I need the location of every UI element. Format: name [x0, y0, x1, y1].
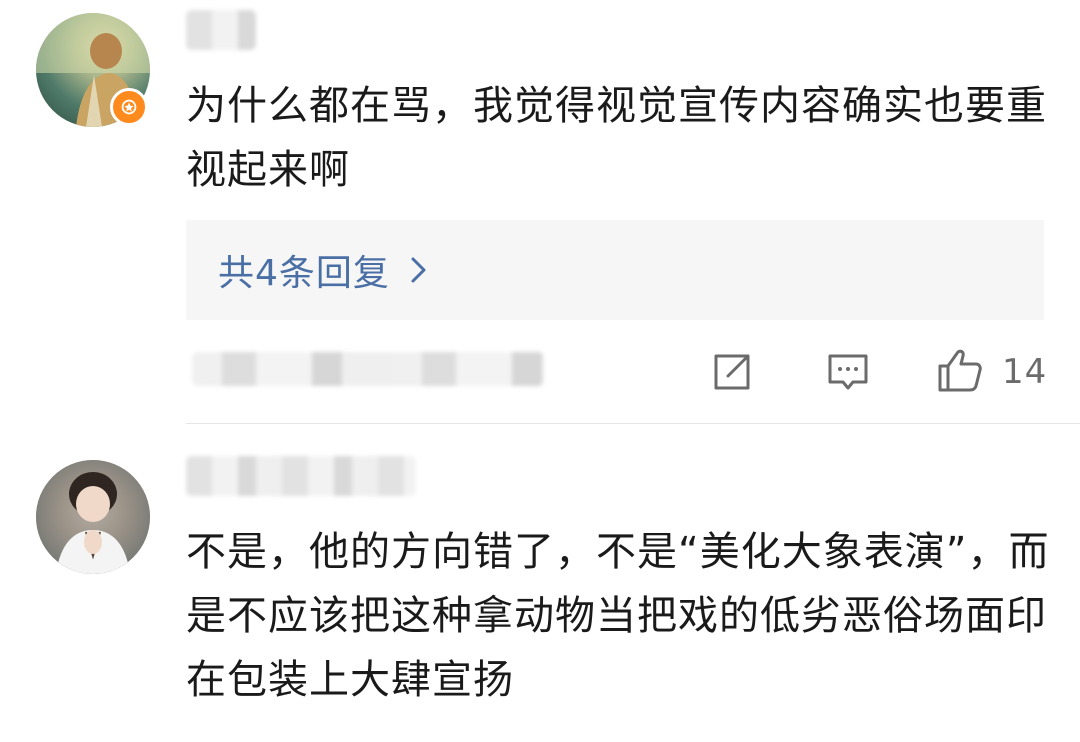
- comment-item: 为什么都在骂，我觉得视觉宣传内容确实也要重视起来啊 共4条回复 14: [0, 0, 1080, 424]
- comment-meta-redacted: [192, 352, 544, 386]
- chevron-right-icon: [411, 257, 426, 283]
- comment-item: 不是，他的方向错了，不是“美化大象表演”，而是不应该把这种拿动物当把戏的低劣恶俗…: [0, 424, 1080, 742]
- avatar-image: [36, 460, 150, 574]
- like-count: 14: [1002, 352, 1048, 392]
- username-redacted: [186, 456, 416, 496]
- share-icon[interactable]: [710, 350, 754, 394]
- replies-count-label: 共4条回复: [218, 253, 390, 294]
- view-replies-button[interactable]: 共4条回复: [186, 220, 1044, 320]
- comment-icon[interactable]: [826, 350, 870, 394]
- username-redacted: [186, 10, 256, 50]
- comment-text: 不是，他的方向错了，不是“美化大象表演”，而是不应该把这种拿动物当把戏的低劣恶俗…: [186, 529, 1050, 703]
- verified-badge-icon: [110, 88, 148, 126]
- avatar[interactable]: [36, 460, 150, 574]
- comment-text: 为什么都在骂，我觉得视觉宣传内容确实也要重视起来啊: [186, 83, 1047, 193]
- thumbs-up-icon[interactable]: [936, 346, 984, 394]
